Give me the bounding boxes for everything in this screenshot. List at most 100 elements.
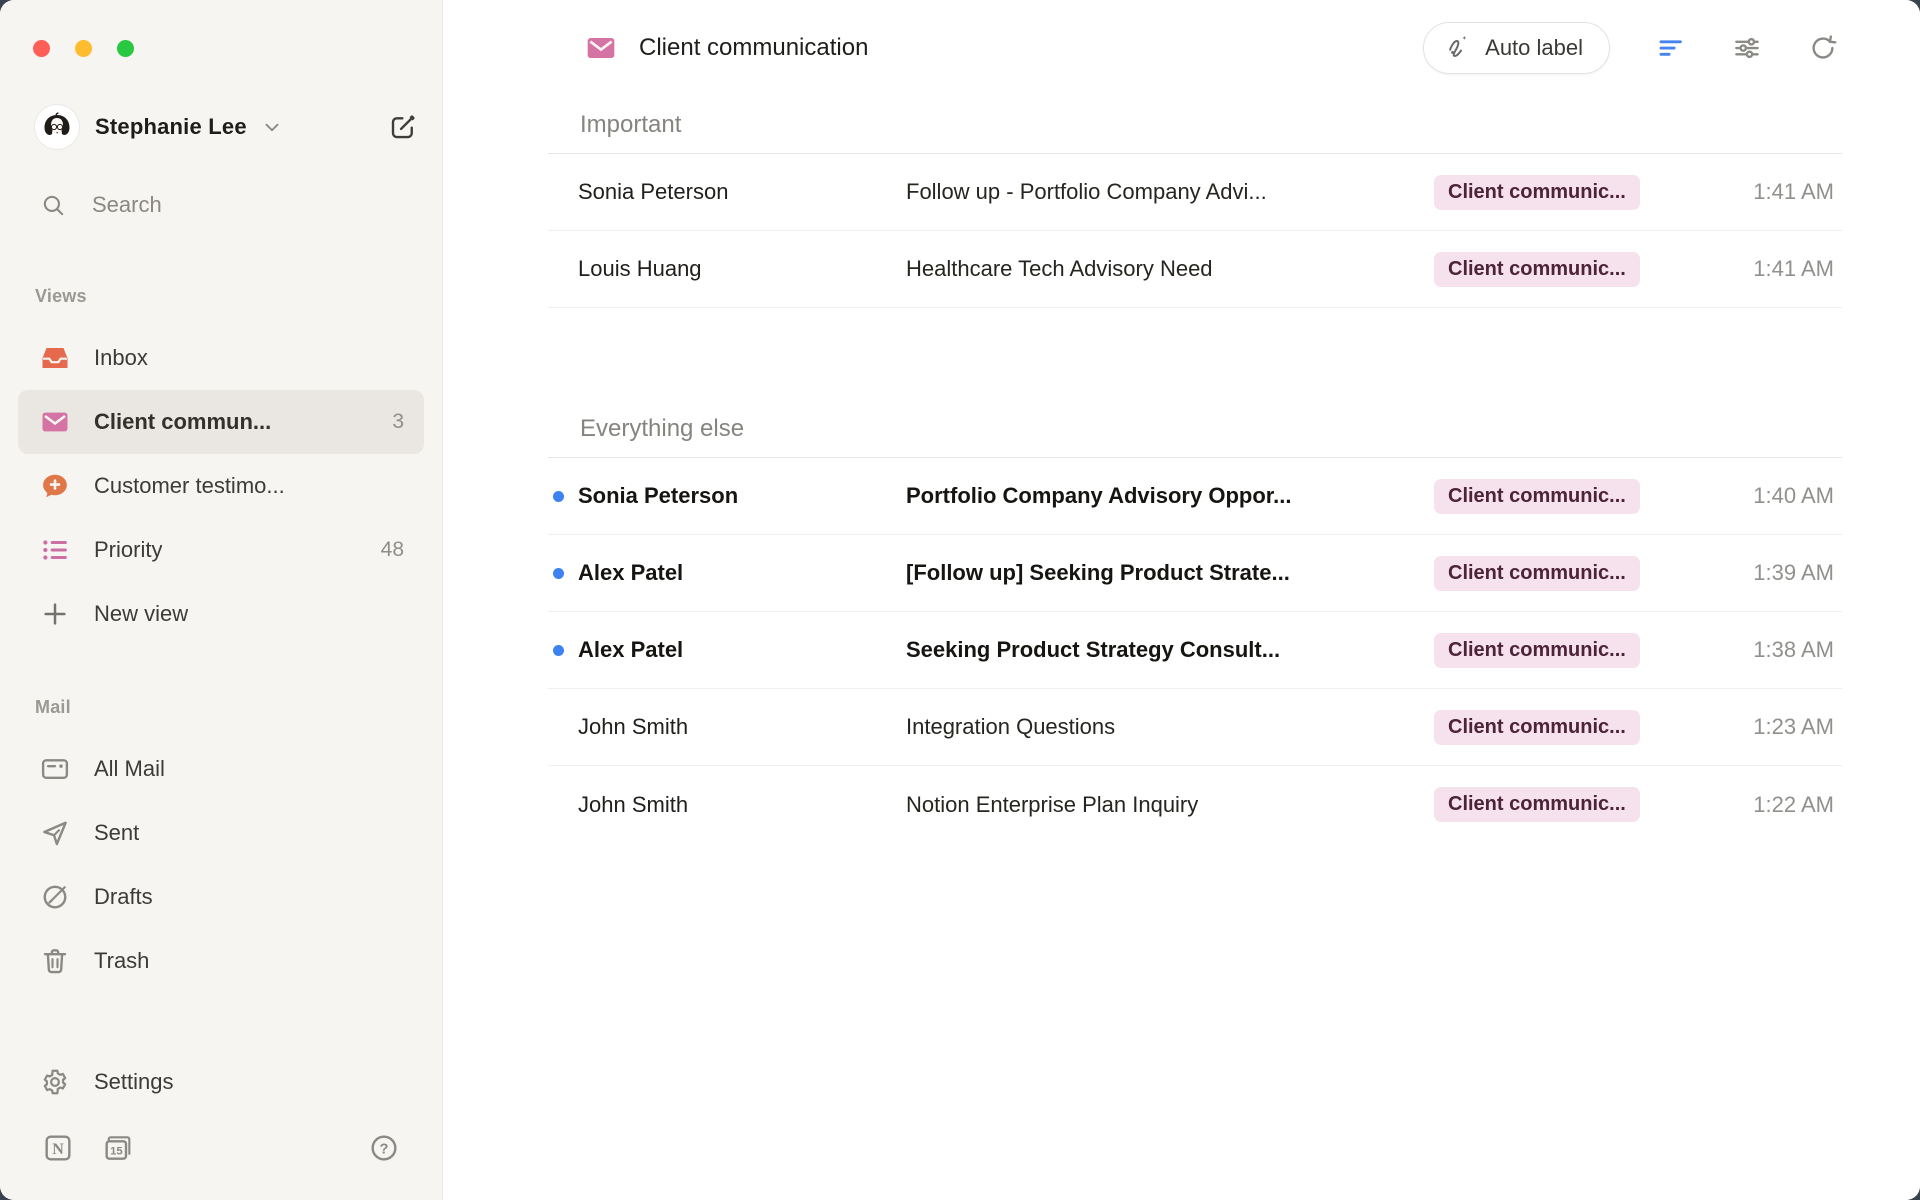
sidebar-item-label: Settings	[94, 1069, 174, 1095]
sidebar-item-sent[interactable]: Sent	[18, 801, 424, 865]
display-settings-icon[interactable]	[1732, 33, 1762, 63]
minimize-window-button[interactable]	[75, 40, 92, 57]
account-switcher[interactable]: Stephanie Lee	[18, 101, 424, 153]
email-subject: Follow up - Portfolio Company Advi...	[906, 179, 1434, 205]
email-label-badge[interactable]: Client communic...	[1434, 479, 1640, 514]
refresh-icon[interactable]	[1808, 33, 1838, 63]
section-rows: Sonia Peterson Portfolio Company Advisor…	[548, 458, 1842, 843]
search-label: Search	[92, 192, 162, 218]
email-time: 1:23 AM	[1682, 714, 1834, 740]
unread-dot-icon	[553, 645, 564, 656]
section-title: Everything else	[548, 400, 1842, 458]
auto-label-icon	[1444, 34, 1472, 62]
sidebar-item-client-commun[interactable]: Client commun... 3	[18, 390, 424, 454]
email-sender: John Smith	[578, 792, 906, 818]
email-row[interactable]: Sonia Peterson Follow up - Portfolio Com…	[548, 154, 1842, 231]
sidebar-item-label: Inbox	[94, 345, 148, 371]
sidebar-item-label: New view	[94, 601, 188, 627]
email-row[interactable]: Alex Patel Seeking Product Strategy Cons…	[548, 612, 1842, 689]
sidebar: Stephanie Lee Search Views Inbox	[0, 0, 443, 1200]
email-row[interactable]: John Smith Notion Enterprise Plan Inquir…	[548, 766, 1842, 843]
mail-nav: All Mail Sent Drafts Trash	[18, 737, 424, 993]
app-window: Stephanie Lee Search Views Inbox	[0, 0, 1920, 1200]
label-envelope-icon	[585, 32, 617, 64]
sidebar-item-new-view[interactable]: New view	[18, 582, 424, 646]
email-section: Important Sonia Peterson Follow up - Por…	[548, 96, 1842, 308]
views-section-label: Views	[18, 283, 424, 309]
unread-dot-icon	[553, 568, 564, 579]
sidebar-item-priority[interactable]: Priority 48	[18, 518, 424, 582]
auto-label-button[interactable]: Auto label	[1423, 22, 1610, 74]
email-subject: Portfolio Company Advisory Oppor...	[906, 483, 1434, 509]
sidebar-item-all-mail[interactable]: All Mail	[18, 737, 424, 801]
email-time: 1:41 AM	[1682, 179, 1834, 205]
email-subject: Seeking Product Strategy Consult...	[906, 637, 1434, 663]
svg-text:N: N	[52, 1141, 64, 1158]
email-label-badge[interactable]: Client communic...	[1434, 252, 1640, 287]
envelope-icon	[40, 407, 70, 437]
user-name: Stephanie Lee	[95, 114, 247, 140]
svg-text:15: 15	[110, 1145, 123, 1157]
email-sender: Sonia Peterson	[578, 483, 906, 509]
sidebar-item-label: Customer testimo...	[94, 473, 285, 499]
close-window-button[interactable]	[33, 40, 50, 57]
email-time: 1:39 AM	[1682, 560, 1834, 586]
section-title: Important	[548, 96, 1842, 154]
search-icon	[40, 192, 66, 218]
sidebar-item-trash[interactable]: Trash	[18, 929, 424, 993]
email-list: Important Sonia Peterson Follow up - Por…	[548, 96, 1842, 843]
gear-icon	[40, 1067, 70, 1097]
sidebar-item-label: Client commun...	[94, 409, 271, 435]
sidebar-item-count: 3	[392, 410, 404, 434]
email-label-badge[interactable]: Client communic...	[1434, 556, 1640, 591]
sidebar-item-inbox[interactable]: Inbox	[18, 326, 424, 390]
all-mail-icon	[40, 754, 70, 784]
email-label-badge[interactable]: Client communic...	[1434, 710, 1640, 745]
sidebar-footer: N 15 ?	[18, 1114, 424, 1200]
filter-icon[interactable]	[1656, 33, 1686, 63]
views-nav: Inbox Client commun... 3 Customer testim…	[18, 326, 424, 646]
trash-icon	[40, 946, 70, 976]
search-button[interactable]: Search	[18, 179, 424, 231]
email-subject: [Follow up] Seeking Product Strate...	[906, 560, 1434, 586]
email-label-badge[interactable]: Client communic...	[1434, 787, 1640, 822]
notion-app-icon[interactable]: N	[42, 1132, 74, 1164]
email-sender: John Smith	[578, 714, 906, 740]
email-sender: Alex Patel	[578, 560, 906, 586]
email-time: 1:22 AM	[1682, 792, 1834, 818]
priority-list-icon	[40, 535, 70, 565]
unread-dot-icon	[553, 491, 564, 502]
plus-icon	[40, 599, 70, 629]
email-subject: Notion Enterprise Plan Inquiry	[906, 792, 1434, 818]
sidebar-item-count: 48	[381, 538, 404, 562]
mail-section-label: Mail	[18, 694, 424, 720]
sidebar-item-settings[interactable]: Settings	[18, 1050, 424, 1114]
email-row[interactable]: Louis Huang Healthcare Tech Advisory Nee…	[548, 231, 1842, 308]
avatar	[35, 105, 79, 149]
settings-nav: Settings	[18, 1050, 424, 1114]
sidebar-item-customer-testimo[interactable]: Customer testimo...	[18, 454, 424, 518]
email-sender: Louis Huang	[578, 256, 906, 282]
email-row[interactable]: John Smith Integration Questions Client …	[548, 689, 1842, 766]
email-time: 1:40 AM	[1682, 483, 1834, 509]
email-label-badge[interactable]: Client communic...	[1434, 633, 1640, 668]
page-title: Client communication	[639, 34, 868, 62]
chat-plus-icon	[40, 471, 70, 501]
sidebar-item-label: All Mail	[94, 756, 165, 782]
main-panel: Client communication Auto label	[443, 0, 1920, 1200]
drafts-icon	[40, 882, 70, 912]
email-sender: Alex Patel	[578, 637, 906, 663]
svg-text:?: ?	[380, 1141, 389, 1157]
help-icon[interactable]: ?	[368, 1132, 400, 1164]
window-controls	[18, 0, 424, 57]
sidebar-item-drafts[interactable]: Drafts	[18, 865, 424, 929]
notion-calendar-icon[interactable]: 15	[102, 1132, 134, 1164]
email-time: 1:41 AM	[1682, 256, 1834, 282]
email-subject: Integration Questions	[906, 714, 1434, 740]
zoom-window-button[interactable]	[117, 40, 134, 57]
email-row[interactable]: Sonia Peterson Portfolio Company Advisor…	[548, 458, 1842, 535]
email-row[interactable]: Alex Patel [Follow up] Seeking Product S…	[548, 535, 1842, 612]
email-label-badge[interactable]: Client communic...	[1434, 175, 1640, 210]
compose-icon[interactable]	[388, 112, 418, 142]
chevron-down-icon	[261, 116, 283, 138]
